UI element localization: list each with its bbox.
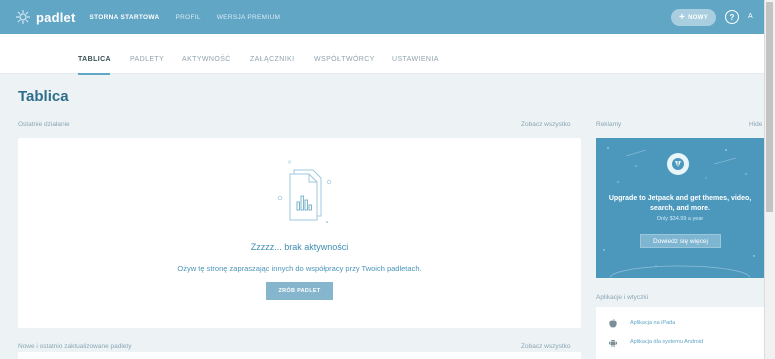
new-padlet-button[interactable]: + NOWY [671,9,716,26]
tab-collaborators[interactable]: WSPÓŁTWÓRCY [314,56,375,63]
apps-list: Aplikacja na iPada Aplikacja dla systemu… [596,307,764,352]
empty-document-icon: × [277,159,332,223]
tab-settings[interactable]: USTAWIENIA [392,56,439,63]
new-button-label: NOWY [688,14,708,21]
dashboard-tabs: TABLICA PADLETY AKTYWNOŚĆ ZAŁĄCZNIKI WSP… [0,34,764,75]
app-item-ipad[interactable]: Aplikacja na iPada [608,318,675,328]
empty-state-description: Ożyw tę stronę zapraszając innych do wsp… [177,264,422,273]
advertisement-banner[interactable]: Upgrade to Jetpack and get themes, video… [596,138,764,278]
main-nav: STORNA STARTOWA PROFIL WERSJA PREMIUM [89,14,296,21]
padlet-logo-icon [16,10,30,24]
svg-text:×: × [287,159,292,166]
ads-label: Reklamy [596,121,622,128]
user-avatar[interactable]: A [748,13,753,20]
ad-headline: Upgrade to Jetpack and get themes, video… [608,195,752,212]
apple-icon [608,318,618,328]
app-item-label: Aplikacja dla systemu Android [630,339,704,345]
active-tab-indicator [78,73,110,75]
nav-profile[interactable]: PROFIL [175,14,200,21]
recent-see-all-link[interactable]: Zobacz wszystko [521,121,571,128]
jetpack-logo-icon [667,153,689,175]
app-item-label: Aplikacja na iPada [630,320,676,326]
nav-home[interactable]: STORNA STARTOWA [89,14,159,21]
ads-hide-link[interactable]: Hide [749,121,762,128]
recent-activity-label: Ostatnie działanie [18,121,70,128]
android-icon [608,337,618,347]
top-navigation-bar: padlet STORNA STARTOWA PROFIL WERSJA PRE… [0,0,764,34]
updated-padlets-label: Nowe i ostatnio zaktualizowane padlety [18,343,132,350]
make-padlet-button[interactable]: ZRÓB PADLET [266,282,333,300]
help-button[interactable]: ? [725,10,739,24]
app-item-android[interactable]: Aplikacja dla systemu Android [608,337,703,347]
updated-padlets-card [18,352,581,359]
apps-label: Aplikacje i wtyczki [596,294,649,301]
ad-price: Only $34.99 a year [656,216,704,222]
updated-see-all-link[interactable]: Zobacz wszystko [521,343,571,350]
plus-icon: + [678,11,686,23]
logo-text: padlet [36,9,76,25]
recent-activity-card: × Zzzzz... brak aktywności Ożyw tę stron… [18,138,581,328]
tab-padlets[interactable]: PADLETY [130,56,164,63]
empty-state-title: Zzzzz... brak aktywności [250,242,349,252]
nav-premium[interactable]: WERSJA PREMIUM [217,14,280,21]
right-column-card [596,352,764,359]
page-title: Tablica [18,88,69,105]
tab-dashboard[interactable]: TABLICA [78,56,111,63]
scrollbar-thumb[interactable] [766,2,773,212]
tab-attachments[interactable]: ZAŁĄCZNIKI [250,56,294,63]
padlet-logo[interactable]: padlet [14,9,75,25]
ad-learn-more-button[interactable]: Dowiedz się więcej [640,234,721,248]
tab-activity[interactable]: AKTYWNOŚĆ [182,56,231,63]
